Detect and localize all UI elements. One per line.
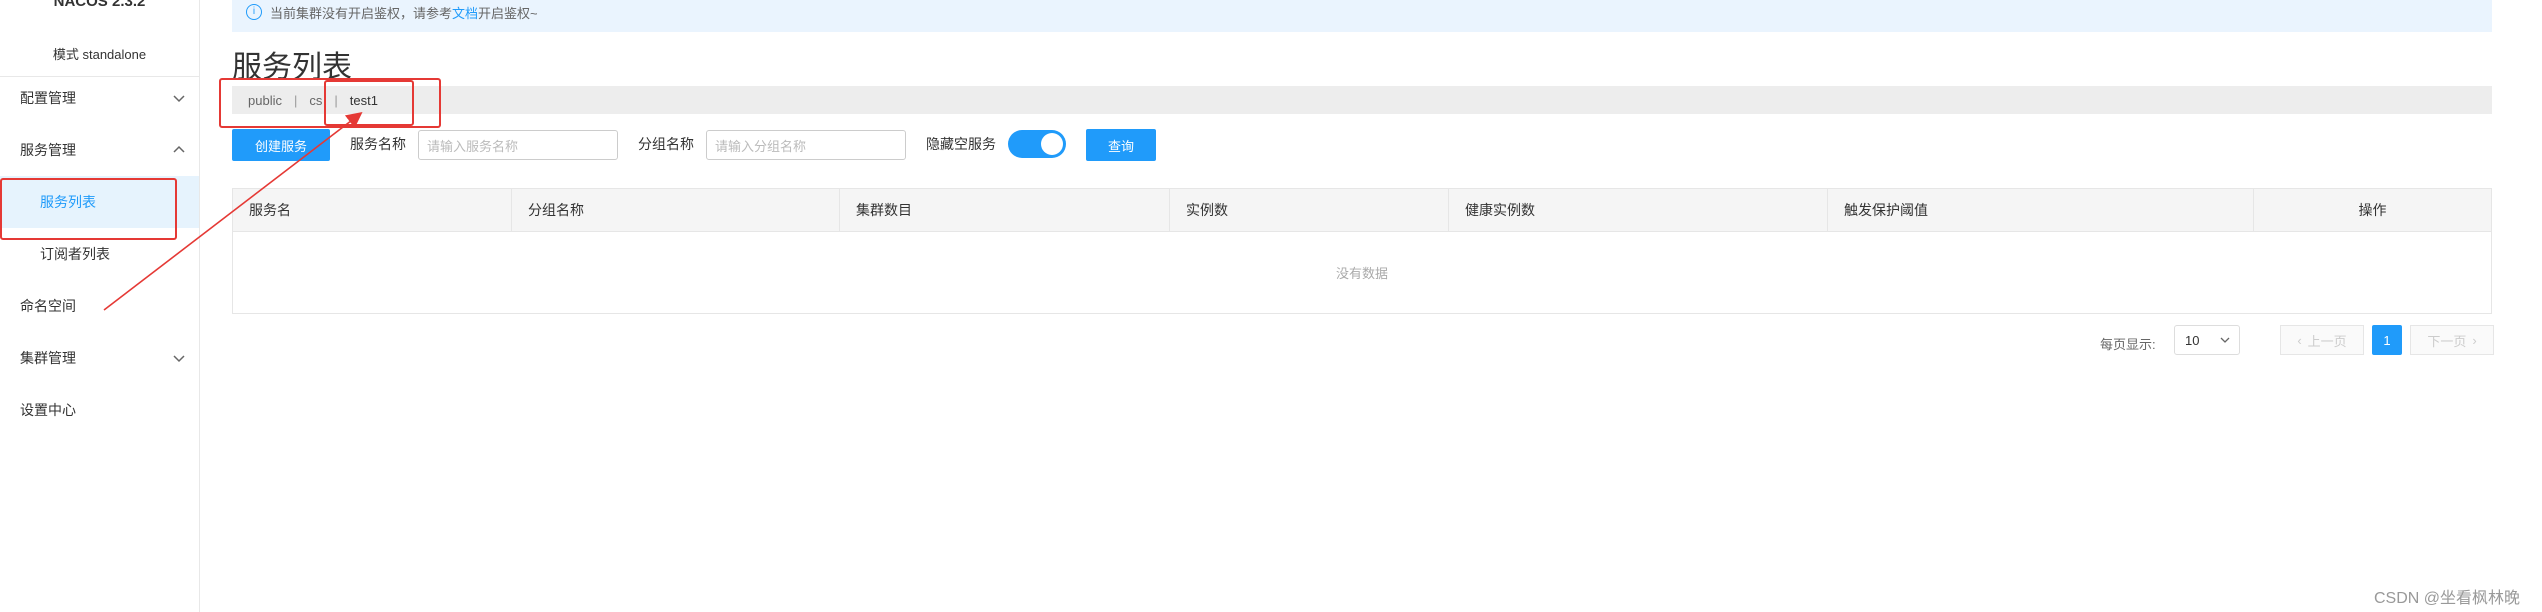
page-size-select[interactable]: 10 [2174, 325, 2240, 355]
info-icon: i [246, 4, 262, 20]
prev-page-button[interactable]: ‹ 上一页 [2280, 325, 2364, 355]
page-number-current[interactable]: 1 [2372, 325, 2402, 355]
per-page-label: 每页显示: [2100, 336, 2156, 352]
chevron-up-icon [173, 145, 185, 153]
service-name-label: 服务名称 [350, 136, 406, 152]
sidebar: NACOS 2.3.2 模式 standalone 配置管理 服务管理 服务列表… [0, 0, 200, 612]
notice-text-after: 开启鉴权~ [478, 5, 538, 21]
sidebar-item-settings-center[interactable]: 设置中心 [0, 384, 199, 436]
sidebar-item-namespace[interactable]: 命名空间 [0, 280, 199, 332]
sidebar-item-cluster-management[interactable]: 集群管理 [0, 332, 199, 384]
hide-empty-label: 隐藏空服务 [926, 136, 996, 152]
table-header: 服务名 分组名称 集群数目 实例数 健康实例数 触发保护阈值 操作 [233, 189, 2491, 232]
chevron-down-icon [173, 355, 185, 363]
sidebar-item-label: 设置中心 [20, 402, 76, 418]
column-header: 集群数目 [840, 189, 1170, 231]
group-name-label: 分组名称 [638, 136, 694, 152]
auth-notice-banner: i 当前集群没有开启鉴权，请参考 文档 开启鉴权~ [232, 0, 2492, 32]
notice-doc-link[interactable]: 文档 [452, 3, 478, 22]
column-header: 分组名称 [512, 189, 840, 231]
empty-state-text: 没有数据 [1335, 265, 1388, 281]
sidebar-item-label: 服务管理 [20, 142, 76, 158]
column-header: 操作 [2358, 202, 2387, 218]
sidebar-item-label: 命名空间 [20, 298, 76, 314]
next-page-label: 下一页 [2427, 333, 2467, 349]
next-page-button[interactable]: 下一页 › [2410, 325, 2494, 355]
watermark-text: CSDN @坐看枫林晚 [2373, 590, 2520, 607]
service-name-input[interactable]: 请输入服务名称 [418, 130, 618, 160]
chevron-left-icon: ‹ [2297, 332, 2302, 348]
sidebar-item-label: 集群管理 [20, 350, 76, 366]
sidebar-item-service-management[interactable]: 服务管理 [0, 124, 199, 176]
query-button[interactable]: 查询 [1086, 129, 1156, 161]
sidebar-item-config-management[interactable]: 配置管理 [0, 72, 199, 124]
brand-title: NACOS 2.3.2 [53, 0, 146, 10]
group-name-input[interactable]: 请输入分组名称 [706, 130, 906, 160]
notice-text: 当前集群没有开启鉴权，请参考 [270, 5, 453, 21]
toggle-knob [1041, 133, 1063, 155]
search-toolbar: 创建服务 服务名称 请输入服务名称 分组名称 请输入分组名称 隐藏空服务 查询 [232, 128, 1232, 162]
chevron-right-icon: › [2472, 332, 2477, 348]
annotation-box-sidebar [0, 178, 177, 240]
sidebar-item-label: 订阅者列表 [40, 246, 110, 262]
column-header: 健康实例数 [1449, 189, 1828, 231]
sidebar-item-label: 配置管理 [20, 90, 76, 106]
prev-page-label: 上一页 [2307, 333, 2347, 349]
service-table: 服务名 分组名称 集群数目 实例数 健康实例数 触发保护阈值 操作 没有数据 [232, 188, 2492, 314]
chevron-down-icon [2220, 337, 2230, 343]
hide-empty-toggle[interactable] [1008, 130, 1066, 158]
page-size-value: 10 [2185, 332, 2200, 348]
column-header: 触发保护阈值 [1828, 189, 2254, 231]
annotation-box-test1 [324, 80, 414, 126]
column-header: 服务名 [233, 189, 512, 231]
create-service-button[interactable]: 创建服务 [232, 129, 330, 161]
chevron-down-icon [173, 95, 185, 103]
column-header: 实例数 [1170, 189, 1449, 231]
mode-label: 模式 standalone [52, 47, 147, 62]
namespace-bar: public | cs | test1 [232, 86, 2492, 114]
